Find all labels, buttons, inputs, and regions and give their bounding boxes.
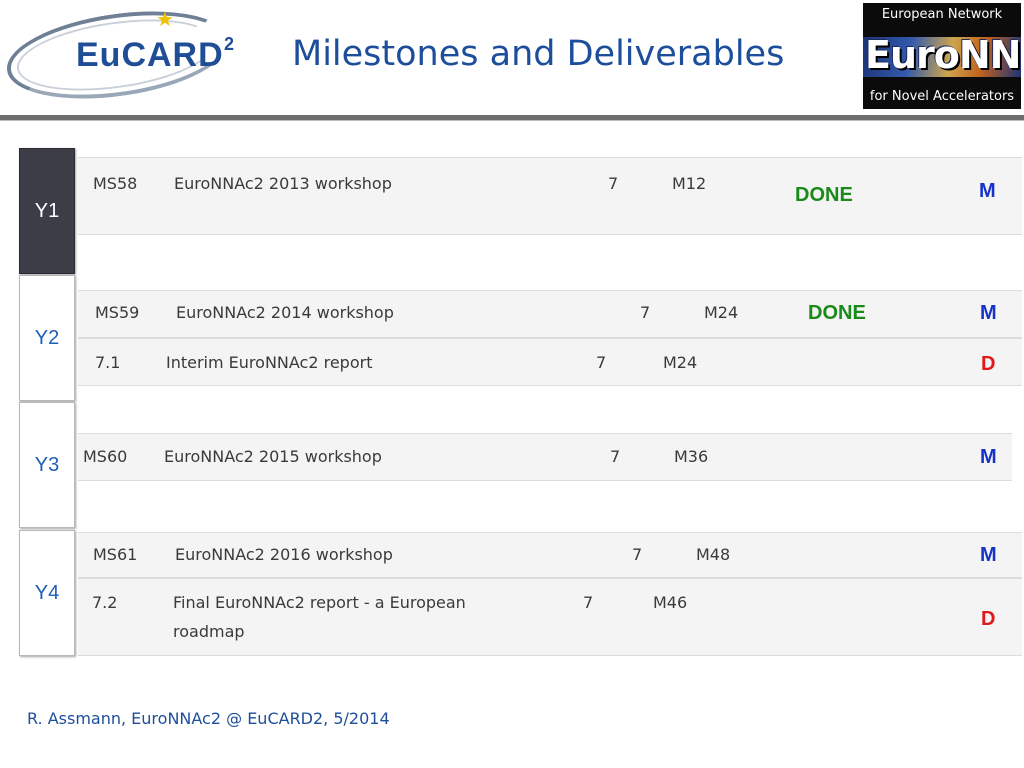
header-divider-shadow (0, 120, 1024, 121)
status-badge: DONE (808, 302, 866, 324)
logo-top-text: European Network (881, 7, 1003, 22)
row-wp: 7 (608, 174, 619, 193)
tab-y2[interactable]: Y2 (19, 275, 75, 401)
star-icon: ★ (156, 9, 174, 31)
row-wp: 7 (632, 545, 643, 564)
type-marker: M (979, 180, 996, 202)
row-description: Final EuroNNAc2 report - a European (173, 593, 466, 612)
page-title: Milestones and Deliverables (292, 34, 785, 74)
row-description: EuroNNAc2 2014 workshop (176, 303, 394, 322)
table-row: MS60 EuroNNAc2 2015 workshop 7 M36 (78, 433, 1012, 481)
type-marker: M (980, 302, 997, 324)
row-description: EuroNNAc2 2015 workshop (164, 447, 382, 466)
logo-bottom-text: for Novel Accelerators (869, 89, 1015, 104)
table-row: MS58 EuroNNAc2 2013 workshop 7 M12 (78, 157, 1022, 235)
type-marker: M (980, 446, 997, 468)
row-month: M24 (663, 353, 698, 372)
row-wp: 7 (583, 593, 594, 612)
footer-citation: R. Assmann, EuroNNAc2 @ EuCARD2, 5/2014 (27, 709, 390, 728)
logo-text: EuCARD (76, 36, 224, 74)
row-id: MS60 (83, 447, 128, 466)
row-month: M48 (696, 545, 731, 564)
logo-superscript: 2 (224, 34, 235, 54)
status-badge: DONE (795, 184, 853, 206)
row-description: EuroNNAc2 2016 workshop (175, 545, 393, 564)
logo-main-text: EuroNNAc (865, 33, 1021, 77)
slide: ★ EuCARD 2 Milestones and Deliverables E… (0, 0, 1024, 768)
row-month: M36 (674, 447, 709, 466)
row-wp: 7 (610, 447, 621, 466)
tab-y1[interactable]: Y1 (19, 148, 75, 274)
row-wp: 7 (596, 353, 607, 372)
tab-y4[interactable]: Y4 (19, 530, 75, 656)
table-row: MS61 EuroNNAc2 2016 workshop 7 M48 (78, 532, 1022, 578)
type-marker: D (981, 353, 996, 375)
row-month: M12 (672, 174, 707, 193)
type-marker: D (981, 608, 996, 630)
row-wp: 7 (640, 303, 651, 322)
row-month: M46 (653, 593, 688, 612)
type-marker: M (980, 544, 997, 566)
eucard2-logo: ★ EuCARD 2 (1, 0, 246, 112)
table-row: MS59 EuroNNAc2 2014 workshop 7 M24 (78, 290, 1022, 338)
table-row: 7.2 Final EuroNNAc2 report - a European … (78, 578, 1022, 656)
row-description: Interim EuroNNAc2 report (166, 353, 373, 372)
row-id: MS61 (93, 545, 138, 564)
row-id: MS58 (93, 174, 138, 193)
table-row: 7.1 Interim EuroNNAc2 report 7 M24 (78, 338, 1022, 386)
tab-y3[interactable]: Y3 (19, 402, 75, 528)
row-month: M24 (704, 303, 739, 322)
row-description-cont: roadmap (173, 622, 245, 641)
row-id: MS59 (95, 303, 140, 322)
euronnac-logo: European Network EuroNNAc for Novel Acce… (863, 3, 1021, 109)
row-description: EuroNNAc2 2013 workshop (174, 174, 392, 193)
row-id: 7.2 (92, 593, 118, 612)
row-id: 7.1 (95, 353, 121, 372)
